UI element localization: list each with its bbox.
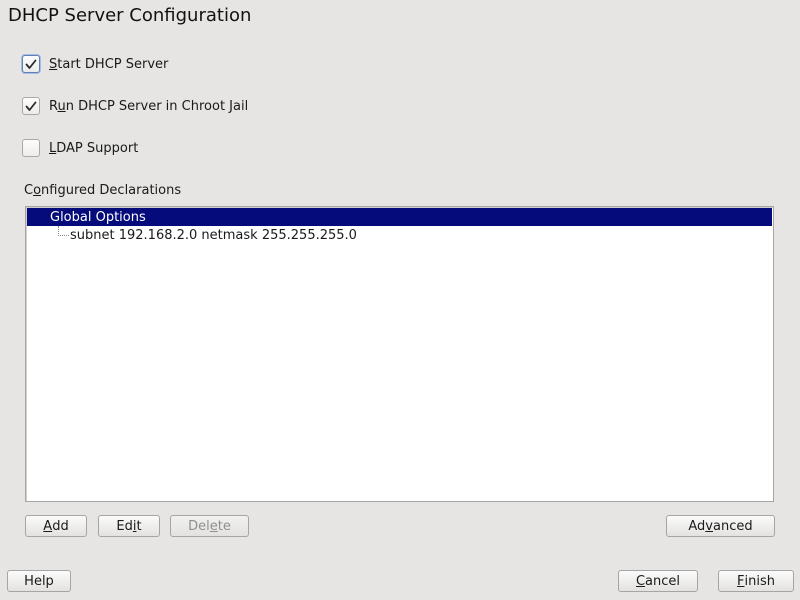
finish-button[interactable]: Finish (718, 570, 794, 592)
declarations-tree[interactable]: Global Options subnet 192.168.2.0 netmas… (25, 206, 774, 502)
edit-button[interactable]: Ed i t (98, 515, 160, 537)
add-button[interactable]: Add (25, 515, 87, 537)
checkmark-icon (25, 101, 37, 111)
start-dhcp-server-checkbox[interactable]: Start DHCP Server (22, 54, 168, 74)
checkmark-icon (25, 59, 37, 69)
checkbox-box[interactable] (22, 139, 40, 157)
page-title: DHCP Server Configuration (8, 5, 252, 26)
advanced-button[interactable]: Ad v anced (666, 515, 775, 537)
checkbox-box[interactable] (22, 97, 40, 115)
tree-item-label: subnet 192.168.2.0 netmask 255.255.255.0 (70, 227, 357, 243)
chroot-jail-checkbox[interactable]: Run DHCP Server in Chroot Jail (22, 96, 248, 116)
ldap-support-checkbox[interactable]: LDAP Support (22, 138, 138, 158)
tree-item-subnet[interactable]: subnet 192.168.2.0 netmask 255.255.255.0 (27, 226, 772, 244)
start-dhcp-server-label: Start DHCP Server (49, 56, 169, 72)
chroot-jail-label: Run DHCP Server in Chroot Jail (49, 98, 249, 114)
tree-item-global-options[interactable]: Global Options (27, 208, 772, 226)
ldap-support-label: LDAP Support (49, 140, 139, 156)
delete-button[interactable]: Del e te (170, 515, 249, 537)
help-button[interactable]: Help (7, 570, 71, 592)
checkbox-box[interactable] (22, 55, 40, 73)
tree-item-label: Global Options (50, 209, 146, 225)
configured-declarations-label: Configured Declarations (24, 183, 182, 198)
cancel-button[interactable]: Cancel (618, 570, 698, 592)
